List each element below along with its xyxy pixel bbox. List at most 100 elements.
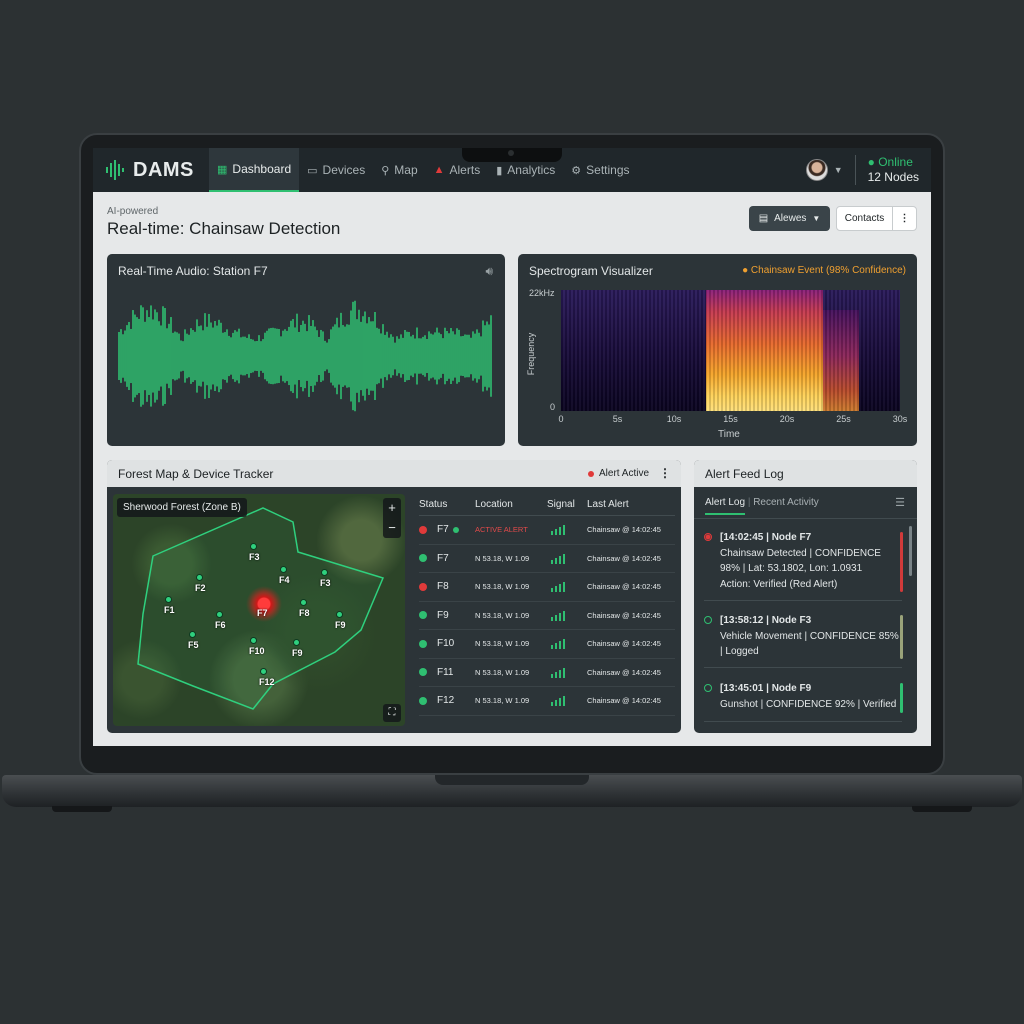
severity-bar — [900, 615, 903, 659]
contacts-button[interactable]: Contacts ⋮ — [836, 206, 917, 231]
divider — [704, 721, 902, 722]
divider — [704, 600, 902, 601]
device-node[interactable] — [321, 569, 328, 576]
table-header: Status Location Signal Last Alert — [419, 494, 675, 516]
location-cell: N 53.18, W 1.09 — [475, 582, 530, 592]
device-node[interactable] — [196, 574, 203, 581]
audio-waveform — [118, 300, 492, 412]
bar-chart-icon: ▮ — [496, 164, 503, 177]
column-header: Last Alert — [587, 499, 629, 510]
page-subtitle: AI-powered — [107, 206, 159, 217]
node-label: F12 — [259, 677, 275, 687]
nav-label: Settings — [586, 163, 630, 177]
list-icon[interactable]: ☰ — [895, 496, 905, 509]
device-node[interactable] — [293, 639, 300, 646]
status-cell: F12 — [419, 695, 475, 706]
status-cell: F10 — [419, 638, 475, 649]
table-row[interactable]: F11 N 53.18, W 1.09 Chainsaw @ 14:02:45 — [419, 659, 675, 687]
signal-bars-icon — [547, 524, 587, 536]
alert-active-indicator: Alert Active — [588, 468, 649, 479]
feed-entry[interactable]: [13:58:12 | Node F3 Vehicle Movement | CO… — [704, 613, 904, 660]
feed-entry[interactable]: [14:02:45 | Node F7 Chainsaw Detected | C… — [704, 530, 904, 592]
nav-map[interactable]: ⚲ Map — [373, 148, 425, 192]
location-cell: N 53.18, W 1.09 — [475, 553, 530, 563]
nav-dashboard[interactable]: ▦ Dashboard — [209, 148, 300, 192]
device-node[interactable] — [280, 566, 287, 573]
alewes-dropdown[interactable]: ▤ Alewes ▼ — [749, 206, 830, 231]
nav-devices[interactable]: ▭ Devices — [299, 148, 373, 192]
status-cell: F7 — [419, 553, 475, 564]
status-cell: F7 — [419, 524, 475, 535]
tab-recent-activity[interactable]: Recent Activity — [753, 497, 819, 508]
location-cell: N 53.18, W 1.09 — [475, 639, 530, 649]
node-name: F7 — [437, 524, 449, 536]
x-tick: 10s — [666, 414, 682, 424]
last-alert-cell: Chainsaw @ 14:02:45 — [587, 667, 661, 677]
camera — [508, 150, 514, 156]
device-node[interactable] — [250, 543, 257, 550]
last-alert-cell: Chainsaw @ 14:02:45 — [587, 696, 661, 706]
online-dot — [452, 526, 459, 533]
table-row[interactable]: F7 N 53.18, W 1.09 Chainsaw @ 14:02:45 — [419, 545, 675, 573]
table-row[interactable]: F7 ACTIVE ALERT Chainsaw @ 14:02:45 — [419, 516, 675, 545]
x-tick: 15s — [723, 414, 738, 424]
device-node[interactable] — [216, 611, 223, 618]
entry-line: Chainsaw Detected | CONFIDENCE — [720, 547, 881, 559]
device-node[interactable] — [250, 637, 257, 644]
status-cell: F9 — [419, 610, 475, 621]
status-ring-icon — [704, 684, 712, 692]
fullscreen-icon[interactable]: ⛶ — [383, 704, 401, 722]
scrollbar[interactable] — [909, 526, 912, 576]
zoom-out-button[interactable]: − — [383, 518, 401, 538]
table-row[interactable]: F10 N 53.18, W 1.09 Chainsaw @ 14:02:45 — [419, 630, 675, 659]
page-title: Real-time: Chainsaw Detection — [107, 219, 341, 238]
entry-line: | Logged — [720, 646, 759, 657]
device-node[interactable] — [300, 599, 307, 606]
more-options-icon[interactable]: ⋮ — [892, 207, 916, 230]
severity-bar — [900, 532, 903, 592]
node-label: F5 — [188, 640, 199, 650]
device-node[interactable] — [165, 596, 172, 603]
tab-alert-log[interactable]: Alert Log — [705, 497, 746, 515]
device-node[interactable] — [189, 631, 196, 638]
zoom-in-button[interactable]: + — [383, 498, 401, 518]
device-node[interactable] — [336, 611, 343, 618]
avatar[interactable] — [805, 159, 828, 181]
node-name: F9 — [437, 609, 449, 621]
table-row[interactable]: F8 N 53.18, W 1.09 Chainsaw @ 14:02:45 — [419, 573, 675, 602]
table-row[interactable]: F12 N 53.18, W 1.09 Chainsaw @ 14:02:45 — [419, 687, 675, 716]
forest-map[interactable]: Sherwood Forest (Zone B) + − ⛶ F7 F3 F2 F4… — [113, 494, 405, 726]
device-node[interactable] — [260, 668, 267, 675]
nav-label: Map — [394, 163, 418, 177]
spectrogram-title: Spectrogram Visualizer — [529, 264, 653, 278]
status-dot — [419, 639, 427, 648]
network-status: ● Online 12 Nodes — [868, 155, 919, 185]
divider — [704, 667, 902, 668]
table-row[interactable]: F9 N 53.18, W 1.09 Chainsaw @ 14:02:45 — [419, 602, 675, 630]
feed-tabs: Alert Log | Recent Activity — [705, 497, 819, 515]
entry-line: Action: Verified (Red Alert) — [720, 578, 838, 590]
status-dot — [419, 582, 427, 591]
device-table: Status Location Signal Last Alert F7 ACTI… — [419, 494, 675, 716]
calendar-icon: ▤ — [758, 213, 769, 224]
entry-line: 98% | Lat: 53.1802, Lon: 1.0931 — [720, 563, 863, 574]
nav-label: Devices — [322, 163, 366, 177]
brand[interactable]: DAMS — [105, 159, 209, 182]
node-label: F3 — [320, 578, 331, 588]
status-cell: F8 — [419, 581, 475, 592]
status-dot — [419, 554, 427, 563]
more-options-icon[interactable]: ⋮ — [659, 466, 671, 480]
entry-header: [13:58:12 | Node F3 — [720, 615, 812, 626]
feed-entry[interactable]: [13:45:01 | Node F9 Gunshot | CONFIDENCE … — [704, 681, 904, 712]
waveform-logo-icon — [106, 160, 124, 180]
node-name: F11 — [437, 666, 454, 678]
status-dot — [419, 525, 427, 534]
chevron-down-icon[interactable]: ▼ — [834, 165, 843, 175]
x-tick: 20s — [779, 414, 795, 424]
y-axis-label: Frequency — [526, 332, 536, 376]
status-ring-icon — [704, 533, 712, 541]
signal-bars-icon — [547, 695, 587, 707]
nav-settings[interactable]: ⚙ Settings — [563, 148, 637, 192]
last-alert-cell: Chainsaw @ 14:02:45 — [587, 639, 661, 649]
signal-bars-icon — [547, 581, 587, 593]
